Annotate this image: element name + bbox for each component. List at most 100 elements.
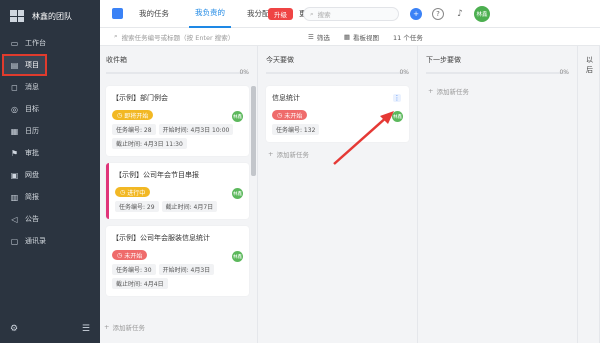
sidebar-item-label: 网盘: [25, 171, 39, 179]
annotation-arrow: [333, 111, 394, 165]
clock-icon: ◷: [277, 111, 283, 119]
view-label: 看板视图: [352, 33, 379, 42]
add-task-label: 添加新任务: [112, 324, 145, 332]
due-time-chip: 截止时间: 4月7日: [161, 201, 218, 212]
assignee-avatar[interactable]: 林鑫: [232, 111, 243, 122]
avatar[interactable]: 林鑫: [474, 6, 490, 22]
status-badge: ◷ 未开始: [272, 110, 308, 120]
task-card[interactable]: 【示例】部门例会 ◷ 即将开始 林鑫 任务编号: 28 开始时间: 4月3日 1…: [106, 86, 249, 156]
task-card[interactable]: 【示例】公司年会节目串报 ◷ 进行中 林鑫 任务编号: 29 截止时间: 4月7…: [106, 163, 249, 219]
settings-icon[interactable]: ⚙: [10, 324, 18, 334]
upgrade-button[interactable]: 升级: [268, 8, 293, 20]
board-column-next: 下一步要做 0% + 添加新任务: [420, 46, 578, 343]
sidebar-item-label: 工作台: [25, 39, 46, 47]
column-percent: 0%: [399, 69, 409, 76]
task-title: 信息统计: [272, 94, 300, 102]
team-name: 林鑫的团队: [32, 11, 72, 21]
board-view-icon: ▦: [343, 32, 350, 41]
sidebar-item-goals[interactable]: ◎ 目标: [0, 98, 100, 120]
task-title: 【示例】公司年会节目串报: [115, 171, 199, 179]
task-number-chip: 任务编号: 28: [112, 124, 156, 135]
status-text: 进行中: [127, 189, 146, 197]
add-task-button[interactable]: + 添加新任务: [104, 322, 145, 332]
sidebar-footer: ⚙ ☰: [0, 321, 100, 337]
task-title: 【示例】部门例会: [112, 94, 168, 102]
task-search-input[interactable]: ⌕ 搜索任务编号或标题（按 Enter 搜索）: [114, 32, 294, 42]
start-time-chip: 开始时间: 4月3日 10:00: [158, 124, 234, 135]
sidebar-item-calendar[interactable]: ▦ 日历: [0, 120, 100, 142]
filter-button[interactable]: ☰ 筛选: [308, 32, 330, 42]
tab-my-tasks[interactable]: 我的任务: [133, 0, 175, 28]
board-column-later: 以后: [580, 46, 600, 343]
sidebar-item-label: 日历: [25, 127, 39, 135]
column-percent: 0%: [239, 69, 249, 76]
assignee-avatar[interactable]: 林鑫: [232, 251, 243, 262]
clock-icon: ◷: [120, 188, 126, 196]
task-title: 【示例】公司年会服装信息统计: [112, 234, 210, 242]
search-icon: ⌕: [114, 32, 118, 40]
plus-icon: +: [428, 87, 434, 95]
kanban-board: 收件箱 0% 【示例】部门例会 ◷ 即将开始 林鑫 任务编号: 28 开始时间:…: [100, 46, 600, 343]
add-task-label: 添加新任务: [436, 88, 469, 96]
tasks-app-icon: [112, 8, 123, 19]
column-title[interactable]: 收件箱: [100, 46, 257, 70]
help-icon[interactable]: ?: [432, 8, 444, 20]
report-icon: ▥: [10, 192, 19, 202]
column-title[interactable]: 今天要做: [260, 46, 417, 70]
status-badge: ◷ 即将开始: [112, 110, 154, 120]
search-placeholder: 搜索: [317, 11, 331, 19]
desktop-icon: ▭: [10, 38, 19, 48]
plus-icon: +: [104, 323, 110, 331]
global-search-input[interactable]: ⌕ 搜索: [303, 7, 399, 21]
sidebar-item-label: 简报: [25, 193, 39, 201]
task-meta: 任务编号: 29 截止时间: 4月7日: [115, 201, 243, 212]
column-progress-bar: [106, 72, 247, 74]
due-time-chip: 截止时间: 4月4日: [112, 278, 168, 289]
sidebar-item-messages[interactable]: ◻ 消息: [0, 76, 100, 98]
tab-responsible[interactable]: 我负责的: [189, 0, 231, 28]
filter-label: 筛选: [316, 33, 330, 42]
bell-icon[interactable]: ♪: [454, 8, 466, 20]
status-badge: ◷ 进行中: [115, 187, 151, 197]
team-header[interactable]: 林鑫的团队: [0, 0, 100, 32]
add-icon[interactable]: +: [410, 8, 422, 20]
task-number-chip: 任务编号: 132: [272, 124, 320, 135]
start-time-chip: 开始时间: 4月3日: [158, 264, 215, 275]
column-progress-bar: [266, 72, 407, 74]
task-number-chip: 任务编号: 29: [115, 201, 159, 212]
contacts-icon: ▢: [10, 236, 19, 246]
view-switch-button[interactable]: ▦ 看板视图: [344, 32, 379, 42]
sidebar-item-drive[interactable]: ▣ 网盘: [0, 164, 100, 186]
sidebar-item-reports[interactable]: ▥ 简报: [0, 186, 100, 208]
due-time-chip: 截止时间: 4月3日 11:30: [112, 138, 187, 149]
message-icon: ◻: [11, 82, 18, 92]
add-task-button[interactable]: + 添加新任务: [420, 86, 577, 96]
board-column-today: 今天要做 0% 信息统计 ⋮ ◷ 未开始 林鑫 任务编号: 132 + 添加新任…: [260, 46, 418, 343]
sidebar-item-projects[interactable]: ▤ 项目: [2, 54, 47, 76]
sidebar-item-approval[interactable]: ⚑ 审批: [0, 142, 100, 164]
collapse-sidebar-icon[interactable]: ☰: [82, 324, 90, 334]
status-text: 即将开始: [124, 112, 149, 120]
drive-icon: ▣: [10, 170, 19, 180]
sidebar-item-contacts[interactable]: ▢ 通讯录: [0, 230, 100, 252]
approval-icon: ⚑: [10, 148, 19, 158]
sidebar-item-label: 项目: [25, 61, 39, 69]
column-body: + 添加新任务: [420, 86, 577, 96]
plus-icon: +: [268, 150, 274, 158]
clock-icon: ◷: [117, 111, 123, 119]
task-search-placeholder: 搜索任务编号或标题（按 Enter 搜索）: [121, 33, 235, 42]
column-title[interactable]: 以后: [580, 46, 599, 74]
calendar-icon: ▦: [10, 126, 19, 136]
column-title[interactable]: 下一步要做: [420, 46, 577, 70]
sidebar-item-workbench[interactable]: ▭ 工作台: [0, 32, 100, 54]
sidebar-item-announcements[interactable]: ◁ 公告: [0, 208, 100, 230]
announcement-icon: ◁: [11, 214, 18, 224]
task-card[interactable]: 【示例】公司年会服装信息统计 ◷ 未开始 林鑫 任务编号: 30 开始时间: 4…: [106, 226, 249, 296]
assignee-avatar[interactable]: 林鑫: [232, 188, 243, 199]
column-progress-bar: [426, 72, 567, 74]
filter-bar: ⌕ 搜索任务编号或标题（按 Enter 搜索） ☰ 筛选 ▦ 看板视图 11 个…: [100, 28, 600, 46]
filter-icon: ☰: [308, 32, 314, 41]
sidebar-item-label: 目标: [25, 105, 39, 113]
target-icon: ◎: [11, 104, 18, 114]
more-options-icon[interactable]: ⋮: [393, 94, 401, 102]
